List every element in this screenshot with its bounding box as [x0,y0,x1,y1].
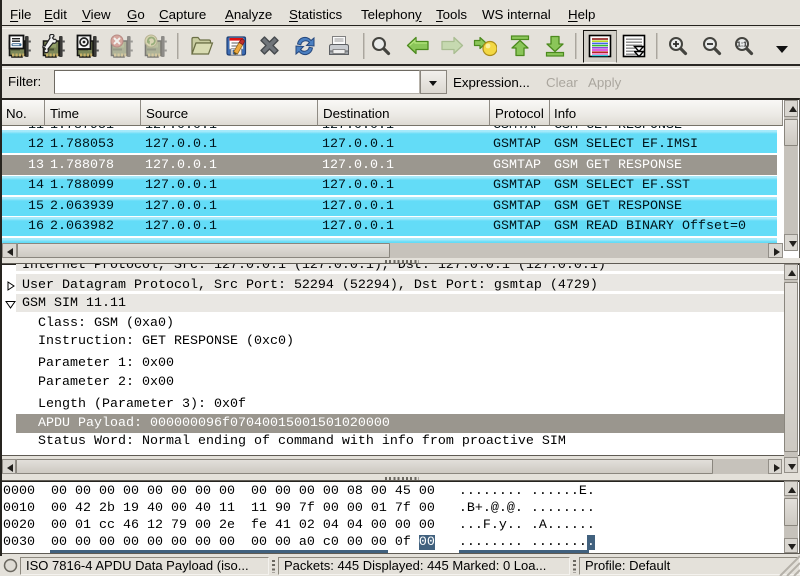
svg-text:1:1: 1:1 [737,42,747,49]
